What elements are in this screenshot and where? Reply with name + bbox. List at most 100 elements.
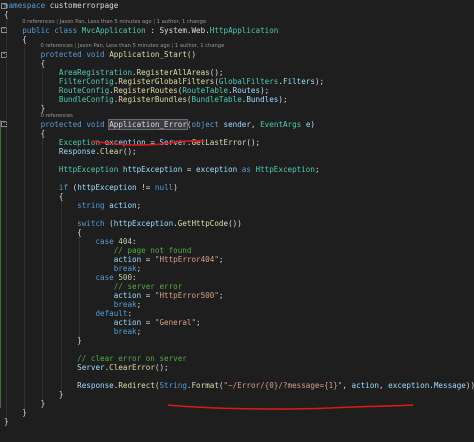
token-identifier: exception [388, 380, 430, 390]
code-line[interactable]: namespace customerrorpage [4, 1, 118, 10]
code-line[interactable]: action = "HttpError500"; [4, 290, 224, 300]
code-line[interactable]: { [4, 129, 46, 138]
token-plain: () [186, 50, 197, 60]
code-lens-item[interactable]: 0 references [40, 113, 72, 119]
code-line[interactable]: string action; [4, 201, 141, 210]
code-lens[interactable]: 0 references | Jason Pan, Less than 5 mi… [40, 43, 224, 50]
token-identifier: httpException [122, 164, 183, 174]
code-line[interactable]: break; [4, 300, 141, 309]
code-line[interactable]: Response.Clear(); [4, 147, 137, 156]
code-line[interactable]: // clear error on server [4, 354, 187, 363]
token-plain: , [378, 380, 389, 390]
token-comment: // server error [113, 281, 183, 291]
code-line[interactable]: { [4, 10, 9, 19]
token-plain: : [132, 236, 137, 246]
code-lens-item[interactable]: 1 author, 1 change [157, 19, 206, 25]
token-plain: } [4, 104, 46, 114]
token-plain: } [4, 398, 46, 408]
code-line[interactable]: action = "HttpError404"; [4, 254, 224, 264]
token-identifier: sender [223, 119, 251, 129]
token-plain: = [141, 317, 155, 327]
token-comment: // clear error on server [77, 353, 187, 363]
token-method: Clear [100, 146, 123, 156]
code-line[interactable]: break; [4, 264, 141, 273]
token-identifier: httpException [77, 182, 137, 192]
token-keyword: public [22, 25, 50, 35]
token-type: AreaRegistration [58, 68, 133, 78]
code-line[interactable]: RouteConfig.RegisterRoutes(RouteTable.Ro… [4, 86, 269, 95]
code-line[interactable]: { [4, 192, 64, 201]
token-identifier: action [113, 317, 142, 327]
token-string: "HttpError500" [154, 290, 219, 300]
code-lens-item[interactable]: Jason Pan, Less than 5 minutes ago [60, 19, 152, 25]
code-line[interactable]: case 404: [4, 236, 137, 246]
token-method: GetLastError [191, 137, 247, 147]
token-plain: } [4, 416, 9, 426]
token-plain: = [141, 290, 155, 300]
code-line[interactable]: BundleConfig.RegisterBundles(BundleTable… [4, 95, 288, 104]
token-plain: = [145, 137, 160, 147]
code-line[interactable]: action = "General"; [4, 318, 201, 327]
code-lens-item[interactable]: Jason Pan, Less than 5 minutes ago [78, 43, 170, 49]
code-line[interactable]: if (httpException != null) [4, 183, 178, 192]
code-line[interactable]: AreaRegistration.RegisterAllAreas(); [4, 68, 224, 78]
token-method: RegisterAllAreas [136, 68, 210, 78]
code-line[interactable]: } [4, 390, 64, 399]
token-identifier: Server [159, 137, 187, 147]
token-method: ClearError [109, 362, 155, 372]
token-identifier: Bundles [246, 95, 279, 105]
token-keyword: break [113, 326, 137, 336]
code-line[interactable]: public class MvcApplication : System.Web… [4, 26, 278, 35]
code-line[interactable]: // server error [4, 281, 183, 291]
token-keyword: as [241, 164, 251, 174]
code-line[interactable]: default: [4, 309, 132, 318]
token-string: "~/Error/{0}/?message={1}" [223, 380, 343, 390]
code-line[interactable]: case 500: [4, 272, 136, 282]
code-line[interactable]: switch (httpException.GetHttpCode()) [4, 219, 242, 228]
code-lens-item[interactable]: 0 references [40, 43, 72, 49]
code-lens-item[interactable]: 1 author, 1 change [175, 43, 224, 49]
code-line[interactable]: // page not found [4, 246, 192, 255]
code-line[interactable]: protected void Application_Error(object … [4, 118, 315, 130]
code-line[interactable]: FilterConfig.RegisterGlobalFilters(Globa… [4, 77, 324, 86]
code-line[interactable]: protected void Application_Start() [4, 50, 197, 60]
token-plain: ) [310, 119, 315, 129]
token-plain: customerrorpage [45, 1, 119, 10]
token-plain: (); [122, 146, 137, 156]
token-identifier: httpException [113, 218, 174, 228]
token-number: 500 [118, 272, 133, 282]
code-line[interactable]: } [4, 104, 46, 114]
code-line[interactable]: } [4, 408, 27, 417]
code-line[interactable]: } [4, 417, 9, 426]
code-editor[interactable]: namespace customerrorpage{0 references |… [0, 0, 474, 442]
code-lens[interactable]: 0 references | Jason Pan, Less than 5 mi… [22, 19, 206, 26]
code-line[interactable]: { [4, 228, 82, 237]
token-string: "HttpError404" [154, 254, 219, 264]
token-string: "General" [154, 317, 197, 327]
code-line[interactable]: Server.ClearError(); [4, 362, 168, 372]
code-line[interactable]: { [4, 59, 46, 68]
token-keyword: null [154, 182, 174, 192]
code-lens[interactable]: 0 references [40, 113, 72, 120]
code-line[interactable]: HttpException httpException = exception … [4, 165, 320, 174]
code-line[interactable]: } [4, 398, 46, 408]
code-line[interactable]: } [4, 336, 82, 345]
token-method: Application_Start [109, 50, 187, 60]
code-line[interactable]: Exception exception = Server.GetLastErro… [4, 138, 260, 147]
code-line[interactable]: Response.Redirect(String.Format("~/Error… [4, 381, 474, 390]
code-lens-item[interactable]: 0 references [22, 19, 54, 25]
token-keyword: if [58, 182, 69, 192]
code-line[interactable]: break; [4, 327, 141, 336]
code-line[interactable]: { [4, 35, 27, 44]
